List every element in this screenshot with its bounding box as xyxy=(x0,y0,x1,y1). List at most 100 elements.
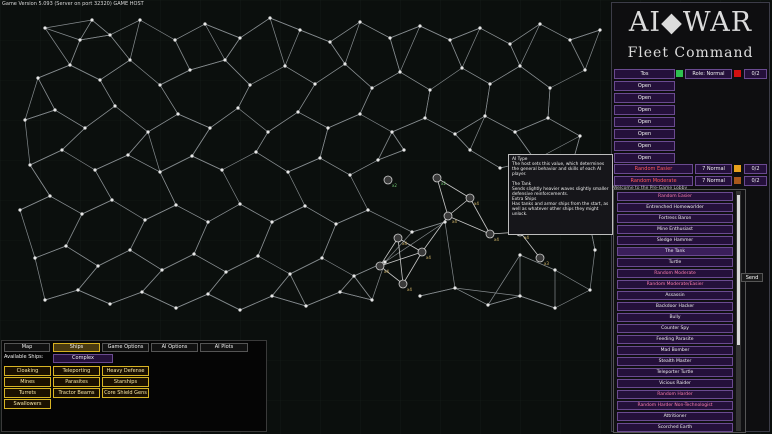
ai-type-2-button[interactable]: Random Moderate xyxy=(614,176,693,186)
ai-type-option[interactable]: Random Moderate/Easier xyxy=(617,280,733,289)
planet-node xyxy=(513,130,516,133)
player-name-slot[interactable]: Tos xyxy=(614,69,675,79)
ship-type-teleporting[interactable]: Teleporting xyxy=(53,366,100,376)
ai-type-option[interactable]: Teleporter Turtle xyxy=(617,368,733,377)
planet-node xyxy=(538,22,541,25)
planet-node xyxy=(176,112,179,115)
ai-type-option[interactable]: Mad Bomber xyxy=(617,346,733,355)
ai-type-option[interactable]: The Tank xyxy=(617,247,733,256)
ai-type-option[interactable]: Turtle xyxy=(617,258,733,267)
ai-type-option[interactable]: Random Harder Non-Technologist xyxy=(617,401,733,410)
ai-type-option[interactable]: Fortress Baron xyxy=(617,214,733,223)
planet-node xyxy=(78,38,81,41)
planet-node xyxy=(483,114,486,117)
planet-node xyxy=(236,106,239,109)
open-slot[interactable]: Open xyxy=(614,117,675,127)
player-color-swatch[interactable] xyxy=(734,70,741,77)
ai-level-2-button[interactable]: 7 Normal xyxy=(695,176,732,186)
ai-1-count[interactable]: 0/2 xyxy=(744,164,767,174)
open-slot[interactable]: Open xyxy=(614,153,675,163)
planet-node xyxy=(334,222,337,225)
ai-type-option[interactable]: Random Harder xyxy=(617,390,733,399)
dropdown-scroll-thumb[interactable] xyxy=(737,195,740,345)
open-slot[interactable]: Open xyxy=(614,141,675,151)
planet-node xyxy=(223,58,226,61)
planet-node xyxy=(68,63,71,66)
ship-type-mines[interactable]: Mines xyxy=(4,377,51,387)
planet-node xyxy=(174,306,177,309)
ai-2-count[interactable]: 0/2 xyxy=(744,176,767,186)
tab-ships[interactable]: Ships xyxy=(53,343,100,352)
planet-node xyxy=(304,304,307,307)
game-logo: AI◆WAR xyxy=(612,7,769,38)
planet-node xyxy=(518,64,521,67)
planet-node xyxy=(546,116,549,119)
ship-type-core-shield-gens[interactable]: Core Shield Gens xyxy=(102,388,149,398)
ship-type-tractor-beams[interactable]: Tractor Beams xyxy=(53,388,100,398)
ai-level-1-button[interactable]: 7 Normal xyxy=(695,164,732,174)
planet-node xyxy=(303,204,306,207)
planet-node xyxy=(370,86,373,89)
planet-label: x4 xyxy=(426,255,431,260)
planet-node xyxy=(128,58,131,61)
planet-node xyxy=(548,86,551,89)
planet-node xyxy=(48,194,51,197)
planet-node xyxy=(206,220,209,223)
planet-node xyxy=(488,82,491,85)
ai-type-option[interactable]: Random Moderate xyxy=(617,269,733,278)
planet-node xyxy=(358,20,361,23)
planet-node xyxy=(390,130,393,133)
open-slot[interactable]: Open xyxy=(614,105,675,115)
planet-node xyxy=(583,68,586,71)
planet-node xyxy=(18,208,21,211)
send-button[interactable]: Send xyxy=(741,273,763,282)
ai-type-option[interactable]: Random Easier xyxy=(617,192,733,201)
ai-type-option[interactable]: Bully xyxy=(617,313,733,322)
player-count[interactable]: 0/2 xyxy=(744,69,767,79)
ai-1-color-swatch[interactable] xyxy=(734,165,741,172)
ai-type-option[interactable]: Assassin xyxy=(617,291,733,300)
ai-type-option[interactable]: Backdoor Hacker xyxy=(617,302,733,311)
open-slot[interactable]: Open xyxy=(614,81,675,91)
ship-type-parasites[interactable]: Parasites xyxy=(53,377,100,387)
tab-ai-plots[interactable]: AI Plots xyxy=(200,343,248,352)
ship-type-cloaking[interactable]: Cloaking xyxy=(4,366,51,376)
planet-node xyxy=(83,126,86,129)
planet-node xyxy=(453,132,456,135)
ship-type-starships[interactable]: Starships xyxy=(102,377,149,387)
complex-toggle[interactable]: Complex xyxy=(53,354,113,363)
planet-node xyxy=(270,294,273,297)
planet-node xyxy=(254,150,257,153)
ship-type-turrets[interactable]: Turrets xyxy=(4,388,51,398)
ai-type-1-button[interactable]: Random Easier xyxy=(614,164,693,174)
ai-type-option[interactable]: Scorched Earth xyxy=(617,423,733,432)
planet-node xyxy=(96,264,99,267)
role-button[interactable]: Role: Normal xyxy=(685,69,732,79)
tab-map[interactable]: Map xyxy=(4,343,50,352)
tab-game-options[interactable]: Game Options xyxy=(102,343,149,352)
ai-type-option[interactable]: Vicious Raider xyxy=(617,379,733,388)
ai-type-option[interactable]: Feeding Parasite xyxy=(617,335,733,344)
planet-node xyxy=(268,16,271,19)
ai-type-option[interactable]: Sledge Hammer xyxy=(617,236,733,245)
planet-node xyxy=(43,298,46,301)
planet-node xyxy=(398,70,401,73)
ai-type-option[interactable]: Attritioner xyxy=(617,412,733,421)
planet-node xyxy=(43,26,46,29)
planet-node xyxy=(158,83,161,86)
ai-type-option[interactable]: Mine Enthusiast xyxy=(617,225,733,234)
planet-node xyxy=(108,302,111,305)
planet-node xyxy=(220,168,223,171)
ai-type-dropdown[interactable]: Random Easier Entrenched Homeworlder Fortr… xyxy=(613,189,746,433)
ai-type-option[interactable]: Stealth Master xyxy=(617,357,733,366)
planet-label: x4 xyxy=(407,287,412,292)
tab-ai-options[interactable]: AI Options xyxy=(151,343,198,352)
ai-type-option[interactable]: Entrenched Homeworlder xyxy=(617,203,733,212)
ship-type-heavy-defense[interactable]: Heavy Defense xyxy=(102,366,149,376)
planet xyxy=(444,212,452,220)
open-slot[interactable]: Open xyxy=(614,129,675,139)
ai-2-color-swatch[interactable] xyxy=(734,177,741,184)
ship-type-swallowers[interactable]: Swallowers xyxy=(4,399,51,409)
open-slot[interactable]: Open xyxy=(614,93,675,103)
ai-type-option[interactable]: Counter Spy xyxy=(617,324,733,333)
